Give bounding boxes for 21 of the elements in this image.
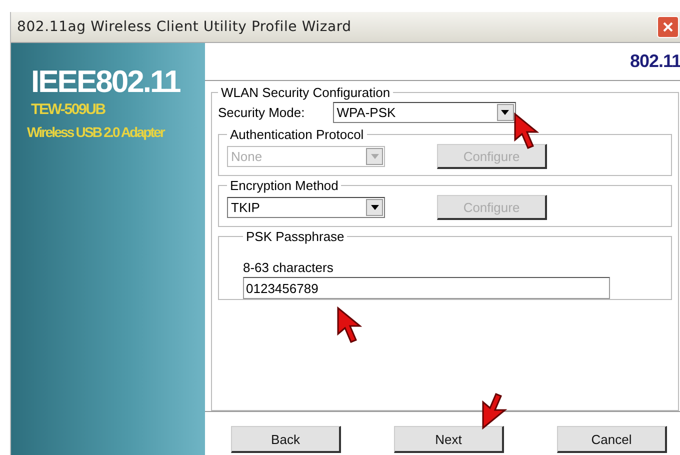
- close-icon: [662, 21, 674, 33]
- wizard-button[interactable]: Cancel: [557, 426, 667, 453]
- group-title: Authentication Protocol: [229, 127, 365, 142]
- wizard-button[interactable]: Next: [394, 426, 504, 453]
- field-label: Security Mode:: [218, 105, 305, 120]
- dropdown[interactable]: TKIP: [227, 197, 385, 218]
- cursor-icon: [513, 112, 539, 152]
- close-button[interactable]: [657, 16, 679, 38]
- banner-heading: IEEE802.11: [31, 65, 182, 99]
- security-mode-dropdown[interactable]: WPA-PSK: [332, 102, 516, 123]
- group-title: PSK Passphrase: [245, 229, 346, 244]
- banner-model: TEW-509UB: [31, 101, 106, 118]
- field-hint: 8-63 characters: [243, 260, 334, 275]
- passphrase-input[interactable]: 0123456789: [243, 277, 610, 299]
- cursor-icon: [481, 390, 507, 430]
- group-title: Encryption Method: [229, 178, 340, 193]
- cursor-icon: [336, 306, 362, 346]
- window-title: 802.11ag Wireless Client Utility Profile Wizard: [17, 19, 352, 35]
- group-title: WLAN Security Configuration: [220, 85, 392, 100]
- banner-product: Wireless USB 2.0 Adapter: [27, 124, 166, 140]
- wizard-button[interactable]: Back: [231, 426, 341, 453]
